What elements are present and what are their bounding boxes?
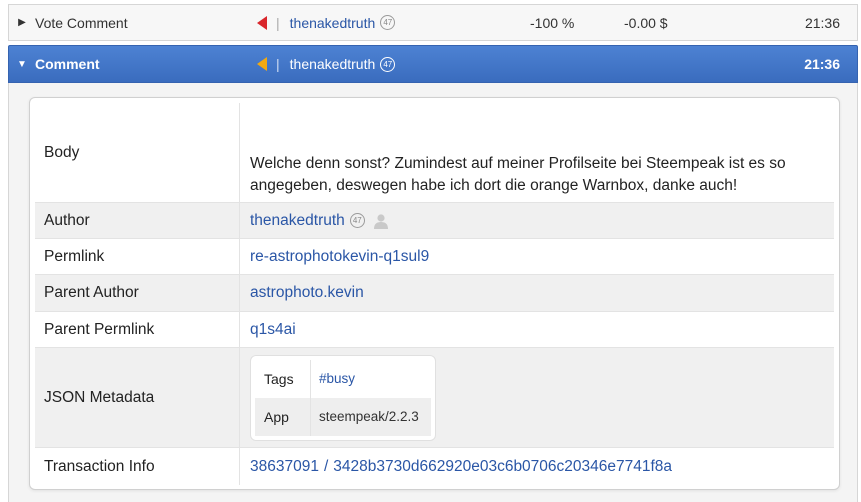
- detail-value: astrophoto.kevin: [240, 275, 834, 311]
- caret-right-icon[interactable]: ▶: [9, 17, 35, 28]
- detail-value: q1s4ai: [240, 312, 834, 347]
- operation-time: 21:36: [804, 56, 840, 72]
- vote-amount: -0.00 $: [624, 14, 668, 31]
- tx-separator: /: [323, 457, 329, 475]
- tag-link[interactable]: #busy: [310, 359, 431, 398]
- user-icon[interactable]: [373, 213, 389, 229]
- detail-row-parent-permlink: Parent Permlink q1s4ai: [35, 312, 834, 348]
- parent-permlink-link[interactable]: q1s4ai: [250, 321, 296, 339]
- operation-row-vote-comment[interactable]: ▶ Vote Comment | thenakedtruth 47 -100 %…: [8, 4, 858, 41]
- detail-key: Author: [35, 203, 240, 238]
- metadata-row-app: App steempeak/2.2.3: [255, 397, 431, 436]
- detail-key: Parent Author: [35, 275, 240, 311]
- metadata-key: App: [264, 408, 289, 425]
- comment-body-text: Welche denn sonst? Zumindest auf meiner …: [250, 154, 786, 194]
- separator: |: [276, 14, 280, 31]
- operation-type-label: Vote Comment: [35, 14, 128, 31]
- detail-table: Body Welche denn sonst? Zumindest auf me…: [29, 97, 840, 490]
- detail-row-body: Body Welche denn sonst? Zumindest auf me…: [35, 103, 834, 203]
- reputation-badge: 47: [349, 213, 365, 228]
- block-number-link[interactable]: 38637091: [250, 458, 319, 476]
- operation-row-comment[interactable]: ▼ Comment | thenakedtruth 47 21:36: [8, 45, 858, 83]
- voter-link[interactable]: thenakedtruth: [290, 15, 376, 31]
- commenter-link[interactable]: thenakedtruth: [290, 56, 376, 72]
- detail-value: 38637091 / 3428b3730d662920e03c6b0706c20…: [240, 448, 834, 485]
- arrow-left-icon: [257, 15, 267, 30]
- detail-row-json-metadata: JSON Metadata Tags #busy App steempeak/2…: [35, 348, 834, 448]
- caret-down-icon[interactable]: ▼: [9, 59, 35, 70]
- permlink-link[interactable]: re-astrophotokevin-q1sul9: [250, 248, 429, 266]
- detail-value: re-astrophotokevin-q1sul9: [240, 239, 834, 274]
- operation-time: 21:36: [804, 14, 840, 31]
- separator: |: [276, 56, 280, 72]
- detail-value: Welche denn sonst? Zumindest auf meiner …: [240, 103, 834, 202]
- transaction-hash-link[interactable]: 3428b3730d662920e03c6b0706c20346e7741f8a: [333, 458, 672, 476]
- operation-type-label: Comment: [35, 56, 100, 72]
- detail-key: Permlink: [35, 239, 240, 274]
- author-link[interactable]: thenakedtruth: [250, 212, 345, 230]
- metadata-value: steempeak/2.2.3: [310, 397, 431, 436]
- detail-row-author: Author thenakedtruth 47: [35, 203, 834, 239]
- detail-row-transaction: Transaction Info 38637091 / 3428b3730d66…: [35, 448, 834, 485]
- reputation-badge: 47: [380, 56, 396, 72]
- detail-value: Tags #busy App steempeak/2.2.3: [240, 348, 834, 447]
- vote-percent: -100 %: [530, 14, 575, 31]
- detail-key: Parent Permlink: [35, 312, 240, 347]
- metadata-key: Tags: [264, 370, 294, 387]
- detail-key: Body: [35, 103, 240, 202]
- arrow-left-icon: [257, 57, 267, 71]
- detail-value: thenakedtruth 47: [240, 203, 834, 238]
- parent-author-link[interactable]: astrophoto.kevin: [250, 284, 364, 302]
- comment-detail-panel: Body Welche denn sonst? Zumindest auf me…: [8, 83, 858, 502]
- detail-key: JSON Metadata: [35, 348, 240, 447]
- reputation-badge: 47: [380, 15, 396, 30]
- detail-row-parent-author: Parent Author astrophoto.kevin: [35, 275, 834, 312]
- json-metadata-table: Tags #busy App steempeak/2.2.3: [250, 354, 436, 441]
- metadata-row-tags: Tags #busy: [255, 359, 431, 398]
- detail-key: Transaction Info: [35, 448, 240, 485]
- detail-row-permlink: Permlink re-astrophotokevin-q1sul9: [35, 239, 834, 275]
